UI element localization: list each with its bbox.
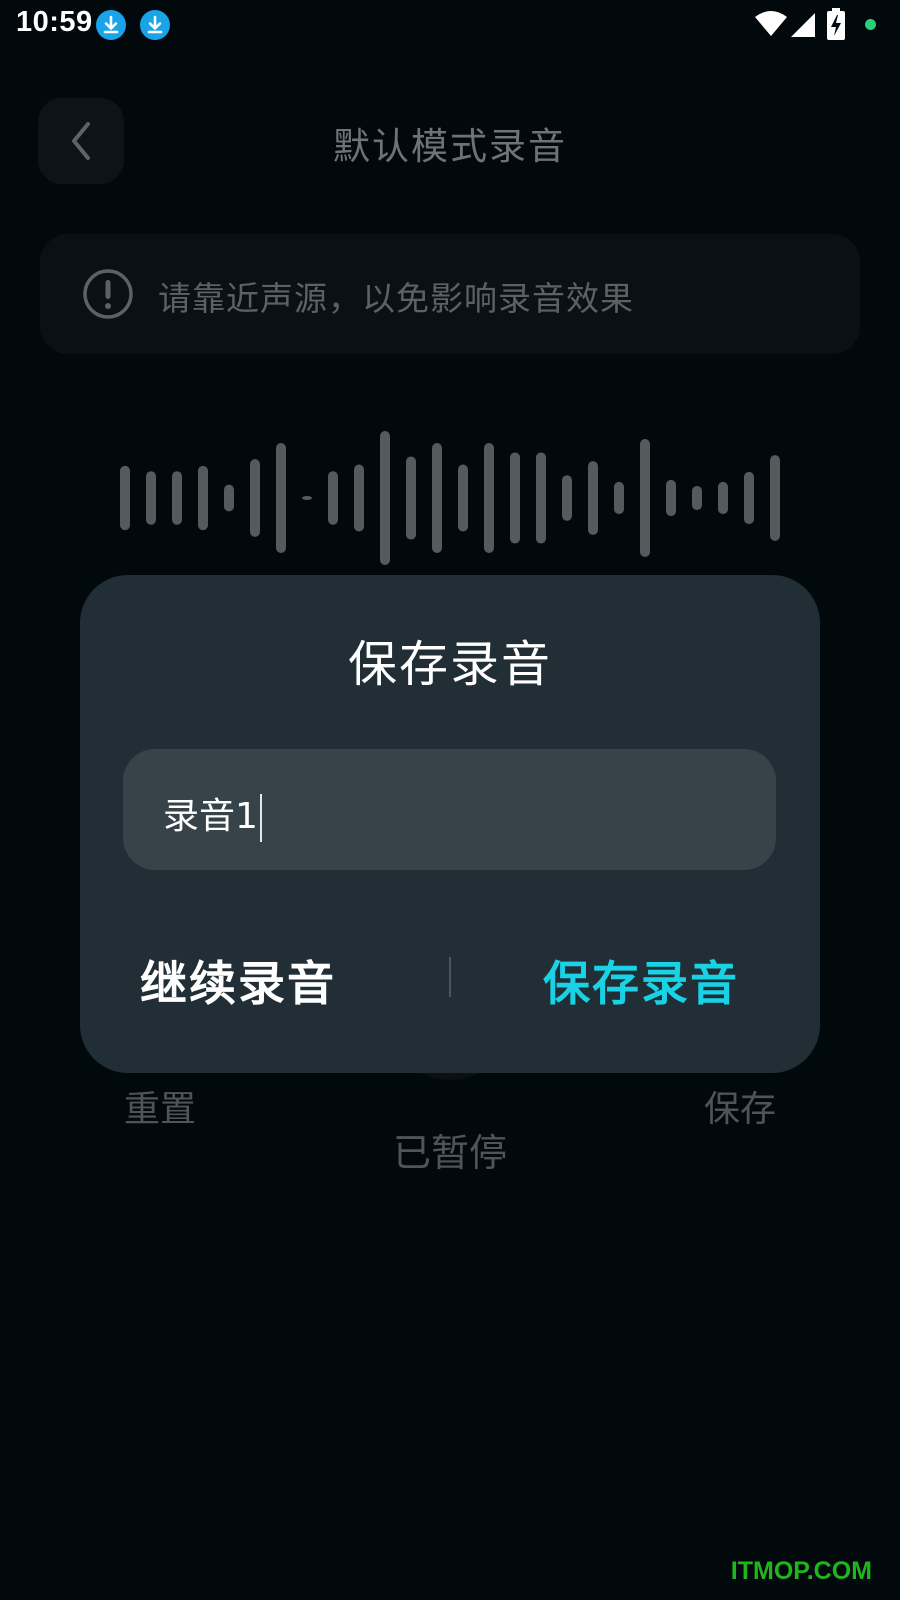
waveform-bar <box>666 479 676 517</box>
download-icon <box>96 10 126 40</box>
waveform-bar <box>432 443 442 553</box>
waveform-bar <box>640 439 650 557</box>
recording-name-input[interactable]: 录音1 <box>123 749 776 870</box>
waveform-bar <box>198 465 208 531</box>
waveform-bar <box>224 484 234 512</box>
waveform-bar <box>614 481 624 515</box>
input-value-wrap: 录音1 <box>163 787 262 842</box>
waveform-bar <box>172 471 182 525</box>
wifi-icon <box>755 11 787 36</box>
waveform-bar <box>718 481 728 515</box>
waveform-bar <box>588 461 598 535</box>
dialog-title: 保存录音 <box>347 636 552 693</box>
waveform-bar <box>146 471 156 525</box>
waveform-bar <box>536 452 546 544</box>
waveform-bar <box>562 475 572 521</box>
waveform-bar <box>484 443 494 553</box>
waveform-bar <box>406 456 416 540</box>
waveform-bar <box>510 452 520 544</box>
waveform-bar <box>458 464 468 532</box>
download-icon <box>140 10 170 40</box>
waveform-bar <box>354 464 364 532</box>
continue-recording-button[interactable]: 继续录音 <box>140 945 334 1014</box>
screen: 10:59 默认模式录音 请靠近声源，以免影响录音效果 重置 保存 已暂停 保存… <box>0 0 900 1600</box>
page-title: 默认模式录音 <box>333 125 567 168</box>
text-caret <box>259 794 262 842</box>
green-dot-icon <box>865 19 876 30</box>
save-dialog: 保存录音 录音1 继续录音 保存录音 <box>80 575 820 1073</box>
tip-text: 请靠近声源，以免影响录音效果 <box>158 279 634 318</box>
waveform-bar <box>744 471 754 525</box>
status-time: 10:59 <box>16 6 93 38</box>
battery-charging-icon <box>827 8 845 40</box>
waveform-bar <box>692 485 702 511</box>
exclamation-circle-icon <box>83 269 133 319</box>
waveform-bar <box>328 471 338 525</box>
save-button[interactable]: 保存 <box>704 1080 776 1132</box>
status-icons <box>700 0 900 50</box>
waveform-bar <box>120 465 130 531</box>
waveform-bar <box>250 459 260 537</box>
button-divider <box>449 957 451 997</box>
waveform-bar <box>770 455 780 541</box>
tip-banner: 请靠近声源，以免影响录音效果 <box>40 234 860 354</box>
waveform-bar <box>276 443 286 553</box>
waveform-bar <box>302 495 312 501</box>
reset-button[interactable]: 重置 <box>124 1080 196 1132</box>
status-label: 已暂停 <box>393 1131 508 1175</box>
save-recording-button[interactable]: 保存录音 <box>543 945 737 1014</box>
waveform <box>120 431 780 565</box>
waveform-bar <box>380 431 390 565</box>
input-value: 录音1 <box>163 796 258 837</box>
status-bar: 10:59 <box>0 0 900 50</box>
watermark: ITMOP.COM <box>730 1557 872 1585</box>
signal-icon <box>791 13 815 37</box>
